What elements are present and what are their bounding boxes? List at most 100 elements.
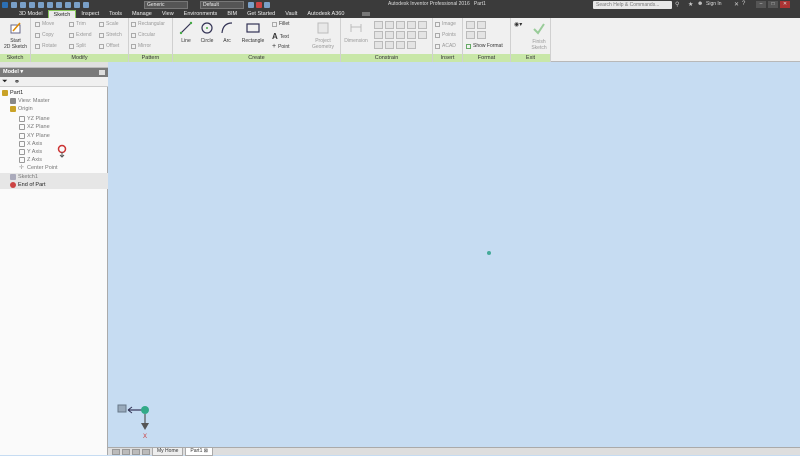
stretch-button[interactable]: Stretch [99, 32, 122, 38]
tree-item-y-axis[interactable]: Y Axis [0, 148, 108, 156]
binoculars-icon[interactable]: ⚲ [675, 1, 679, 8]
equal-icon[interactable] [385, 41, 394, 49]
offset-button[interactable]: Offset [99, 43, 119, 49]
tree-item-xy-plane[interactable]: XY Plane [0, 132, 108, 140]
sketch-origin-point[interactable] [487, 251, 491, 255]
select-icon[interactable] [74, 2, 80, 8]
scale-button[interactable]: Scale [99, 21, 119, 27]
ribbon-options-icon[interactable] [362, 12, 370, 16]
window-list-icon[interactable] [142, 448, 150, 455]
rotate-button[interactable]: Rotate [35, 43, 57, 49]
search-input[interactable]: Search Help & Commands... [593, 1, 672, 9]
find-icon[interactable]: ⚭ [14, 78, 20, 86]
tab-autodesk-a360[interactable]: Autodesk A360 [302, 10, 349, 18]
acad-button[interactable]: ACAD [435, 43, 456, 49]
fix-icon[interactable] [407, 21, 416, 29]
adjust-icon[interactable] [256, 2, 262, 8]
arrange-icon[interactable] [132, 448, 140, 455]
rectangular-pattern-button[interactable]: Rectangular [131, 21, 165, 27]
home-icon[interactable] [56, 2, 62, 8]
tree-item-x-axis[interactable]: X Axis [0, 140, 108, 148]
tab-view[interactable]: View [157, 10, 179, 18]
constraint-settings-icon[interactable] [407, 41, 416, 49]
browser-title[interactable]: Model ▾ [0, 68, 108, 77]
tab-bim[interactable]: BIM [222, 10, 242, 18]
tab-inspect[interactable]: Inspect [76, 10, 104, 18]
coincident-icon[interactable] [374, 21, 383, 29]
help-icon[interactable]: ? [742, 1, 745, 7]
material-combo[interactable]: Generic [144, 1, 188, 9]
parallel-icon[interactable] [418, 21, 427, 29]
split-button[interactable]: Split [69, 43, 86, 49]
browser-menu-icon[interactable] [99, 70, 105, 75]
show-format-button[interactable]: Show Format [466, 43, 503, 49]
appearance-combo[interactable]: Default [200, 1, 244, 9]
tab-sketch[interactable]: Sketch [47, 10, 77, 18]
project-geometry-button[interactable]: Project Geometry [308, 21, 338, 50]
point-button[interactable]: + Point [272, 43, 290, 50]
extend-button[interactable]: Extend [69, 32, 92, 38]
save-icon[interactable] [29, 2, 35, 8]
app-menu-icon[interactable] [2, 2, 8, 8]
clear-appearance-icon[interactable] [248, 2, 254, 8]
centerline-icon[interactable] [477, 21, 486, 29]
image-button[interactable]: Image [435, 21, 456, 27]
tab-manage[interactable]: Manage [127, 10, 157, 18]
smooth-icon[interactable] [418, 31, 427, 39]
display-options-button[interactable]: ◉▾ [514, 21, 522, 28]
dimension-button[interactable]: Dimension [342, 21, 370, 44]
horizontal-icon[interactable] [385, 31, 394, 39]
redo-icon[interactable] [47, 2, 53, 8]
mirror-button[interactable]: Mirror [131, 43, 151, 49]
arc-button[interactable]: Arc [218, 21, 236, 44]
driven-dimension-icon[interactable] [477, 31, 486, 39]
tab-close-icon[interactable]: ⊠ [204, 448, 208, 454]
tab-3d-model[interactable]: 3D Model [14, 10, 48, 18]
graphics-viewport[interactable] [108, 62, 800, 447]
trim-button[interactable]: Trim [69, 21, 86, 27]
perpendicular-icon[interactable] [374, 31, 383, 39]
undo-icon[interactable] [38, 2, 44, 8]
tree-item-view-master[interactable]: View: Master [0, 97, 108, 105]
tree-item-part1[interactable]: Part1 [0, 89, 108, 97]
fx-icon[interactable] [264, 2, 270, 8]
sign-in-link[interactable]: Sign In [706, 1, 722, 7]
open-icon[interactable] [20, 2, 26, 8]
fillet-button[interactable]: Fillet [272, 21, 290, 27]
close-button[interactable]: ✕ [780, 1, 790, 8]
finish-sketch-button[interactable]: Finish Sketch [529, 22, 549, 51]
filter-icon[interactable]: ⏷ [2, 78, 8, 86]
properties-icon[interactable] [83, 2, 89, 8]
tree-item-origin[interactable]: Origin [0, 105, 108, 113]
concentric-icon[interactable] [396, 21, 405, 29]
tab-tools[interactable]: Tools [104, 10, 127, 18]
exchange-icon[interactable]: ✕ [734, 1, 739, 8]
circle-button[interactable]: Circle [197, 21, 217, 44]
start-2d-sketch-button[interactable]: Start 2D Sketch [2, 21, 29, 50]
maximize-button[interactable]: □ [768, 1, 778, 8]
line-button[interactable]: Line [176, 21, 196, 44]
tree-item-xz-plane[interactable]: XZ Plane [0, 123, 108, 131]
move-button[interactable]: Move [35, 21, 54, 27]
symmetric-icon[interactable] [374, 41, 383, 49]
center-point-icon[interactable] [466, 31, 475, 39]
tangent-icon[interactable] [407, 31, 416, 39]
points-button[interactable]: Points [435, 32, 456, 38]
tab-environments[interactable]: Environments [179, 10, 223, 18]
tile-icon[interactable] [112, 448, 120, 455]
user-icon[interactable]: ☻ [697, 1, 703, 7]
auto-dimension-icon[interactable] [396, 41, 405, 49]
tree-item-yz-plane[interactable]: YZ Plane [0, 115, 108, 123]
text-button[interactable]: A Text [272, 32, 289, 41]
construction-icon[interactable] [466, 21, 475, 29]
collinear-icon[interactable] [385, 21, 394, 29]
tree-item-z-axis[interactable]: Z Axis [0, 156, 108, 164]
minimize-button[interactable]: – [756, 1, 766, 8]
tree-item-sketch1[interactable]: Sketch1 [0, 173, 108, 181]
cascade-icon[interactable] [122, 448, 130, 455]
copy-button[interactable]: Copy [35, 32, 54, 38]
tab-get-started[interactable]: Get Started [242, 10, 280, 18]
update-icon[interactable] [65, 2, 71, 8]
star-icon[interactable]: ★ [688, 1, 693, 8]
tab-vault[interactable]: Vault [280, 10, 302, 18]
